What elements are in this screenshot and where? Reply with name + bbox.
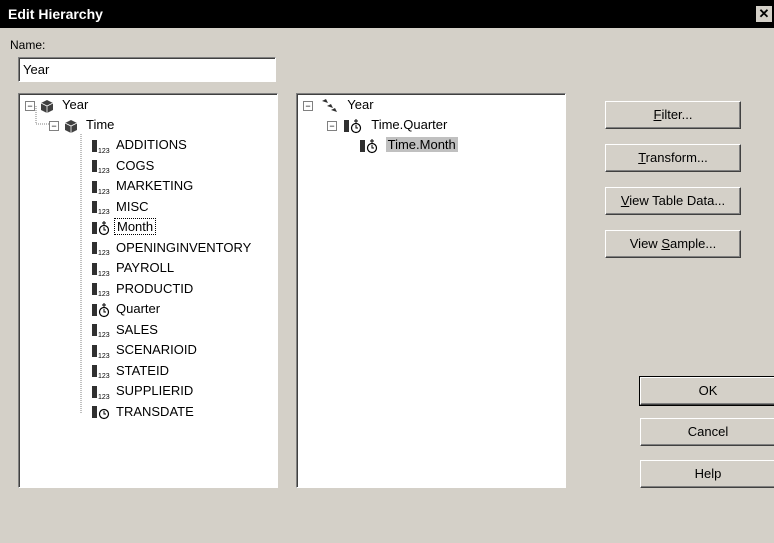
svg-text:123: 123: [98, 189, 110, 195]
numeric-column-icon: 123: [92, 262, 110, 277]
tree-node[interactable]: 123 COGS: [91, 157, 156, 175]
edit-hierarchy-dialog: Edit Hierarchy ✕ Name: −Year−Time123ADDI…: [0, 0, 774, 543]
numeric-column-icon: 123: [92, 139, 110, 154]
svg-text:123: 123: [98, 250, 110, 256]
svg-text:123: 123: [98, 168, 110, 174]
tree-node-label: SUPPLIERID: [116, 383, 194, 398]
tree-node[interactable]: 123 SCENARIOID: [91, 341, 199, 359]
close-icon[interactable]: ✕: [756, 6, 772, 22]
tree-node[interactable]: − Year: [25, 96, 90, 114]
time-level-icon: [343, 118, 361, 133]
button-label: View: [629, 236, 662, 251]
svg-text:123: 123: [98, 291, 110, 297]
numeric-column-icon: 123: [92, 201, 110, 215]
numeric-column-icon: 123: [92, 180, 110, 195]
tree-node-label: MARKETING: [116, 178, 194, 193]
svg-text:123: 123: [98, 373, 110, 379]
time-level-icon: [92, 302, 110, 317]
cube-icon: [64, 119, 78, 133]
svg-text:123: 123: [98, 394, 110, 400]
tree-node[interactable]: Quarter: [91, 300, 162, 318]
numeric-column-icon: 123: [92, 385, 110, 400]
time-level-icon: [92, 220, 110, 235]
svg-text:123: 123: [98, 209, 110, 215]
dialog-title: Edit Hierarchy: [8, 6, 103, 22]
tree-node[interactable]: 123 SUPPLIERID: [91, 382, 195, 400]
numeric-column-icon: 123: [92, 324, 110, 338]
tree-node-label: Month: [114, 218, 157, 235]
tree-node-level[interactable]: Time.Month: [359, 136, 458, 154]
date-column-icon: [92, 406, 110, 420]
button-label: iew Table Data...: [629, 193, 726, 208]
tree-node-label: PRODUCTID: [116, 280, 194, 296]
hierarchy-icon: [321, 98, 337, 112]
tree-node-label: COGS: [116, 157, 155, 173]
numeric-column-icon: 123: [92, 344, 110, 359]
button-label: ilter...: [661, 107, 693, 122]
tree-node[interactable]: 123 OPENINGINVENTORY: [91, 239, 253, 257]
tree-node-label: Year: [347, 97, 374, 112]
svg-text:123: 123: [98, 332, 110, 338]
name-input[interactable]: [18, 57, 276, 82]
tree-node[interactable]: Month: [91, 218, 157, 236]
tree-node-label: Quarter: [116, 301, 161, 316]
collapse-toggle-icon[interactable]: −: [49, 120, 59, 131]
collapse-toggle-icon[interactable]: −: [327, 120, 337, 131]
columns-tree[interactable]: − Year − Time 123 ADDITIONS 123 COGS 123 MARKETIN…: [18, 93, 278, 488]
tree-node[interactable]: 123 MARKETING: [91, 177, 195, 195]
tree-node[interactable]: 123 PRODUCTID: [91, 280, 195, 298]
tree-node[interactable]: 123 MISC: [91, 198, 151, 216]
tree-node-label: SALES: [116, 321, 158, 337]
accelerator-key: T: [638, 150, 646, 165]
view-table-data-button[interactable]: View Table Data...: [605, 187, 741, 215]
tree-node-level[interactable]: − Time.Quarter: [327, 116, 449, 134]
numeric-column-icon: 123: [92, 283, 110, 297]
svg-text:123: 123: [98, 353, 110, 359]
cube-icon: [40, 99, 54, 113]
tree-node-label: STATEID: [116, 362, 169, 378]
tree-node-label: SCENARIOID: [116, 342, 197, 357]
svg-text:123: 123: [98, 148, 110, 154]
tree-node-root[interactable]: − Year: [303, 96, 376, 114]
tree-node-label: Time.Month: [385, 137, 458, 152]
numeric-column-icon: 123: [92, 365, 110, 379]
help-button[interactable]: Help: [640, 460, 774, 488]
accelerator-key: S: [661, 236, 670, 251]
hierarchy-tree[interactable]: − Year − Time.Quarter Time.Month: [296, 93, 566, 488]
transform-button[interactable]: Transform...: [605, 144, 741, 172]
tree-node-label: PAYROLL: [116, 260, 175, 275]
svg-text:123: 123: [98, 271, 110, 277]
tree-node-label: MISC: [116, 198, 149, 214]
collapse-toggle-icon[interactable]: −: [303, 100, 313, 111]
ok-button[interactable]: OK: [639, 376, 774, 406]
numeric-column-icon: 123: [92, 242, 110, 256]
tree-node[interactable]: TRANSDATE: [91, 403, 196, 421]
collapse-toggle-icon[interactable]: −: [25, 100, 35, 111]
tree-node[interactable]: − Time: [49, 116, 116, 134]
tree-node[interactable]: 123 ADDITIONS: [91, 136, 189, 154]
tree-node[interactable]: 123 PAYROLL: [91, 259, 176, 277]
cancel-button[interactable]: Cancel: [640, 418, 774, 446]
tree-node-label: ADDITIONS: [116, 137, 187, 152]
tree-node-label: Time.Quarter: [371, 117, 448, 132]
numeric-column-icon: 123: [92, 160, 110, 174]
tree-node-label: OPENINGINVENTORY: [116, 239, 252, 255]
view-sample-button[interactable]: View Sample...: [605, 230, 741, 258]
tree-node-label: Year: [62, 97, 89, 112]
name-label: Name:: [10, 38, 46, 52]
tree-node[interactable]: 123 STATEID: [91, 362, 171, 380]
button-label: ransform...: [645, 150, 708, 165]
time-level-icon: [360, 138, 378, 153]
tree-node-label: Time: [86, 117, 115, 132]
tree-node[interactable]: 123 SALES: [91, 321, 160, 339]
tree-node-label: TRANSDATE: [116, 403, 194, 419]
filter-button[interactable]: Filter...: [605, 101, 741, 129]
button-label: ample...: [669, 236, 717, 251]
title-bar: Edit Hierarchy ✕: [0, 0, 774, 28]
